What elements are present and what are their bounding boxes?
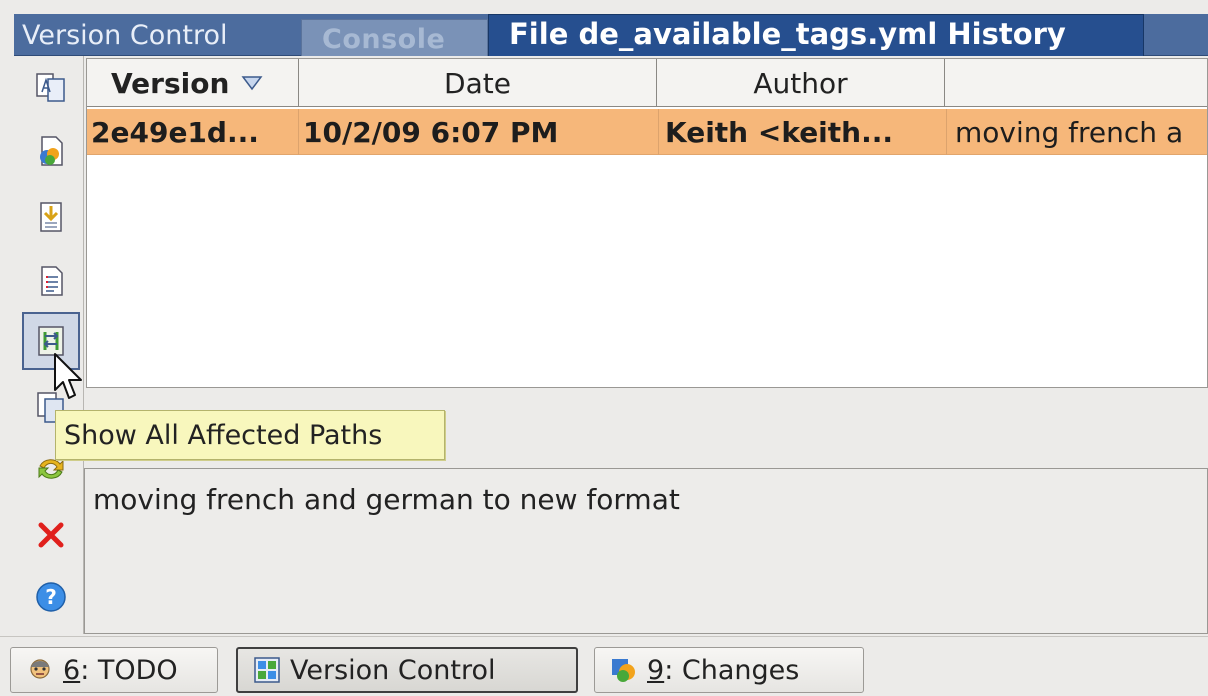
- version-control-label: Version Control: [290, 654, 496, 686]
- column-header-version[interactable]: Version: [87, 59, 299, 107]
- todo-mnemonic: 6: [63, 654, 81, 686]
- todo-icon: [30, 659, 50, 679]
- compare-versions-button[interactable]: [22, 58, 80, 116]
- changes-mnemonic: 9: [647, 654, 665, 686]
- column-header-author[interactable]: Author: [657, 59, 945, 107]
- tab-file-history-label: File de_available_tags.yml History: [509, 17, 1066, 51]
- tab-console[interactable]: Console: [301, 19, 488, 56]
- show-details-icon: [41, 266, 63, 296]
- commit-message: moving french and german to new format: [93, 483, 680, 516]
- mouse-cursor-icon: [54, 353, 82, 399]
- close-button[interactable]: [22, 506, 80, 564]
- column-header-message[interactable]: [945, 59, 1208, 107]
- annotate-icon: [40, 136, 63, 166]
- annotate-button[interactable]: [22, 122, 80, 180]
- cell-date: 10/2/09 6:07 PM: [299, 109, 659, 155]
- history-toolbar: ?: [14, 56, 84, 634]
- tooltip: Show All Affected Paths: [55, 410, 445, 460]
- version-control-icon: [254, 657, 280, 683]
- show-details-button[interactable]: [22, 252, 80, 310]
- close-icon: [38, 522, 64, 548]
- help-icon: ?: [36, 582, 66, 612]
- version-control-toolwindow-button[interactable]: Version Control: [236, 647, 578, 693]
- tool-window-title: Version Control: [22, 20, 228, 51]
- svg-text:?: ?: [45, 585, 57, 609]
- tab-console-label: Console: [322, 24, 446, 55]
- column-header-author-label: Author: [753, 66, 848, 100]
- status-bar: 6: TODO Version Control 9: Changes: [0, 636, 1208, 696]
- table-row[interactable]: 2e49e1d... 10/2/09 6:07 PM Keith <keith.…: [87, 109, 1207, 155]
- get-revision-button[interactable]: [22, 188, 80, 246]
- todo-label: : TODO: [80, 654, 178, 686]
- history-table: Version Date Author 2e49e1d... 10/2/09 6…: [86, 58, 1208, 388]
- column-header-version-label: Version: [111, 66, 230, 100]
- tab-file-history[interactable]: File de_available_tags.yml History: [488, 14, 1144, 56]
- column-header-date-label: Date: [444, 66, 511, 100]
- changes-icon: [612, 659, 635, 682]
- cell-message: moving french a: [955, 115, 1184, 149]
- help-button[interactable]: ?: [22, 568, 80, 626]
- table-header: Version Date Author: [87, 59, 1207, 107]
- compare-versions-icon: [36, 73, 65, 102]
- column-header-date[interactable]: Date: [299, 59, 657, 107]
- cell-version: 2e49e1d...: [87, 109, 299, 155]
- get-revision-icon: [40, 202, 62, 232]
- changes-toolwindow-button[interactable]: 9: Changes: [594, 647, 864, 693]
- tool-window-title-bar: Version Control Console File de_availabl…: [14, 14, 1208, 56]
- cell-author: Keith <keith...: [659, 109, 947, 155]
- changes-label: : Changes: [664, 654, 800, 686]
- todo-toolwindow-button[interactable]: 6: TODO: [10, 647, 218, 693]
- commit-details-panel: moving french and german to new format: [84, 468, 1208, 634]
- sort-descending-icon: [241, 76, 263, 91]
